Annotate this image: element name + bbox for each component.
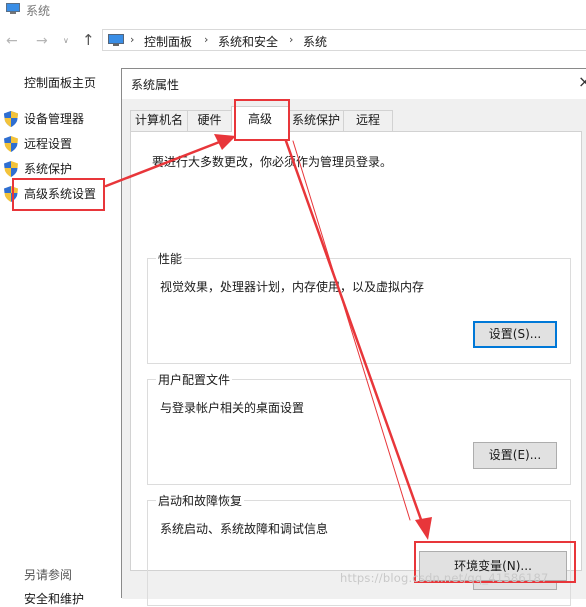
arrowhead-icon — [415, 517, 432, 540]
arrow-to-advanced-tab — [104, 139, 224, 188]
watermark-text: https://blog.csdn.net/qq_41586187 — [340, 571, 549, 585]
arrow-to-env-button — [284, 139, 426, 530]
arrow-thin-trail — [292, 140, 411, 521]
annotation-arrows — [104, 134, 432, 540]
